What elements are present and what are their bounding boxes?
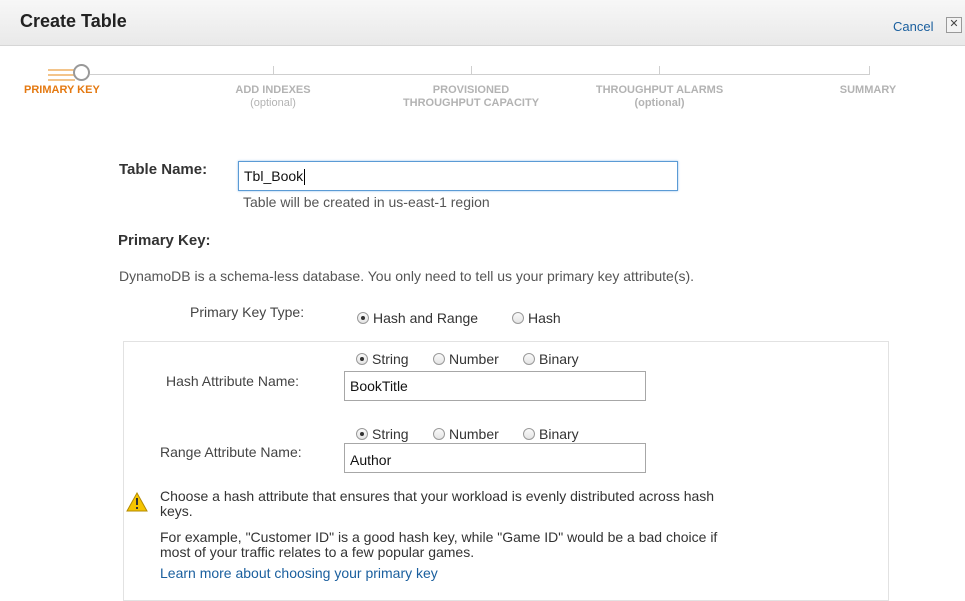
table-name-input[interactable]: Tbl_Book — [238, 161, 678, 191]
range-attribute-input[interactable]: Author — [344, 443, 646, 473]
step-tick — [869, 66, 870, 75]
cancel-link[interactable]: Cancel — [893, 19, 933, 34]
range-type-number[interactable]: Number — [433, 426, 499, 442]
range-attribute-value: Author — [350, 452, 392, 468]
step-tick — [471, 66, 472, 75]
radio-hash-and-range[interactable]: Hash and Range — [357, 310, 478, 326]
radio-unselected-icon — [433, 353, 445, 365]
radio-hash[interactable]: Hash — [512, 310, 561, 326]
region-hint: Table will be created in us-east-1 regio… — [243, 194, 490, 210]
radio-unselected-icon — [512, 312, 524, 324]
step-summary: SUMMARY — [839, 84, 897, 96]
hash-type-binary[interactable]: Binary — [523, 351, 579, 367]
advice-line-1: Choose a hash attribute that ensures tha… — [160, 488, 715, 504]
table-name-value: Tbl_Book — [244, 168, 304, 184]
range-type-binary[interactable]: Binary — [523, 426, 579, 442]
warning-icon — [126, 492, 148, 512]
radio-unselected-icon — [523, 428, 535, 440]
learn-more-primary-key-link[interactable]: Learn more about choosing your primary k… — [160, 565, 438, 581]
primary-key-type-label: Primary Key Type: — [190, 304, 305, 320]
step-tick — [659, 66, 660, 75]
radio-unselected-icon — [433, 428, 445, 440]
hash-attribute-value: BookTitle — [350, 378, 408, 394]
advice-line-2: keys. — [160, 503, 193, 519]
progress-trail — [48, 69, 75, 71]
progress-trail — [48, 79, 75, 81]
hash-type-number[interactable]: Number — [433, 351, 499, 367]
hash-attribute-input[interactable]: BookTitle — [344, 371, 646, 401]
step-add-indexes: ADD INDEXES (optional) — [235, 84, 311, 109]
radio-selected-icon — [356, 353, 368, 365]
step-provisioned-throughput: PROVISIONED THROUGHPUT CAPACITY — [402, 84, 540, 109]
step-throughput-alarms: THROUGHPUT ALARMS (optional) — [595, 84, 724, 109]
hash-type-string[interactable]: String — [356, 351, 409, 367]
progress-trail — [48, 74, 75, 76]
close-icon[interactable]: ✕ — [946, 17, 962, 33]
step-primary-key: PRIMARY KEY — [24, 84, 100, 96]
table-name-label: Table Name: — [119, 161, 208, 178]
primary-key-heading: Primary Key: — [118, 232, 211, 249]
radio-unselected-icon — [523, 353, 535, 365]
range-attribute-label: Range Attribute Name: — [160, 444, 302, 460]
radio-selected-icon — [356, 428, 368, 440]
advice-line-3: For example, "Customer ID" is a good has… — [160, 529, 718, 545]
step-tick — [273, 66, 274, 75]
range-type-string[interactable]: String — [356, 426, 409, 442]
radio-selected-icon — [357, 312, 369, 324]
schema-description: DynamoDB is a schema-less database. You … — [119, 268, 695, 284]
text-caret — [304, 169, 306, 186]
dialog-titlebar: Create Table Cancel ✕ — [0, 0, 965, 46]
dialog-title: Create Table — [20, 11, 127, 31]
hash-attribute-label: Hash Attribute Name: — [166, 373, 300, 389]
advice-line-4: most of your traffic relates to a few po… — [160, 544, 475, 560]
current-step-marker-icon — [73, 64, 90, 81]
progress-line — [90, 74, 870, 75]
